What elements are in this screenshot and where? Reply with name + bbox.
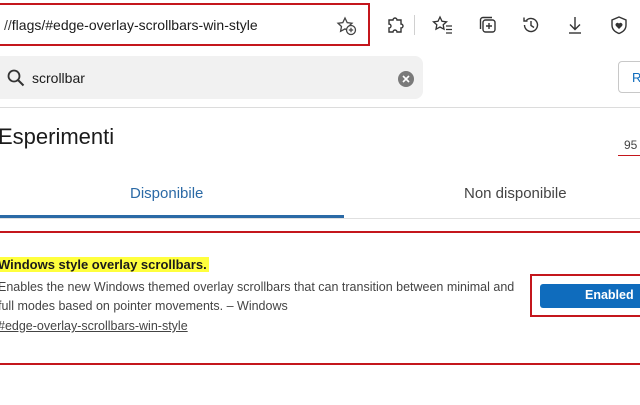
address-prefix: // [4, 17, 12, 33]
version-underline [618, 155, 640, 156]
active-tab-indicator [0, 215, 344, 218]
tabs: Disponibile Non disponibile [0, 174, 640, 219]
flag-state-highlight: Enabled [530, 274, 640, 317]
tab-available[interactable]: Disponibile [130, 185, 203, 202]
flag-card: Windows style overlay scrollbars. Enable… [0, 231, 640, 365]
favorites-list-icon[interactable] [432, 14, 454, 36]
add-to-favorites-icon[interactable] [336, 15, 358, 37]
browser-essentials-heart-icon[interactable] [608, 14, 630, 36]
download-icon[interactable] [564, 14, 586, 36]
extensions-puzzle-icon[interactable] [384, 14, 406, 36]
toolbar-divider [414, 15, 415, 35]
clear-search-icon[interactable] [398, 71, 414, 87]
address-url[interactable]: //flags/#edge-overlay-scrollbars-win-sty… [4, 17, 258, 33]
search-row: scrollbar R [0, 52, 640, 108]
address-path: flags/#edge-overlay-scrollbars-win-style [11, 17, 258, 33]
search-icon [7, 69, 25, 87]
search-value: scrollbar [32, 70, 85, 86]
flag-description: Enables the new Windows themed overlay s… [0, 280, 515, 313]
flag-state-select[interactable]: Enabled [540, 284, 640, 308]
version-number: 95 [624, 138, 638, 152]
flag-permalink[interactable]: #edge-overlay-scrollbars-win-style [0, 319, 188, 333]
tab-unavailable[interactable]: Non disponibile [464, 185, 567, 202]
search-input[interactable]: scrollbar [0, 56, 423, 99]
reset-all-button[interactable]: R [618, 61, 640, 93]
collections-icon[interactable] [477, 14, 499, 36]
browser-toolbar: //flags/#edge-overlay-scrollbars-win-sty… [0, 0, 640, 52]
page-title: Esperimenti [0, 124, 115, 149]
flag-name: Windows style overlay scrollbars. [0, 257, 209, 272]
address-bar[interactable]: //flags/#edge-overlay-scrollbars-win-sty… [0, 3, 370, 46]
history-icon[interactable] [520, 14, 542, 36]
